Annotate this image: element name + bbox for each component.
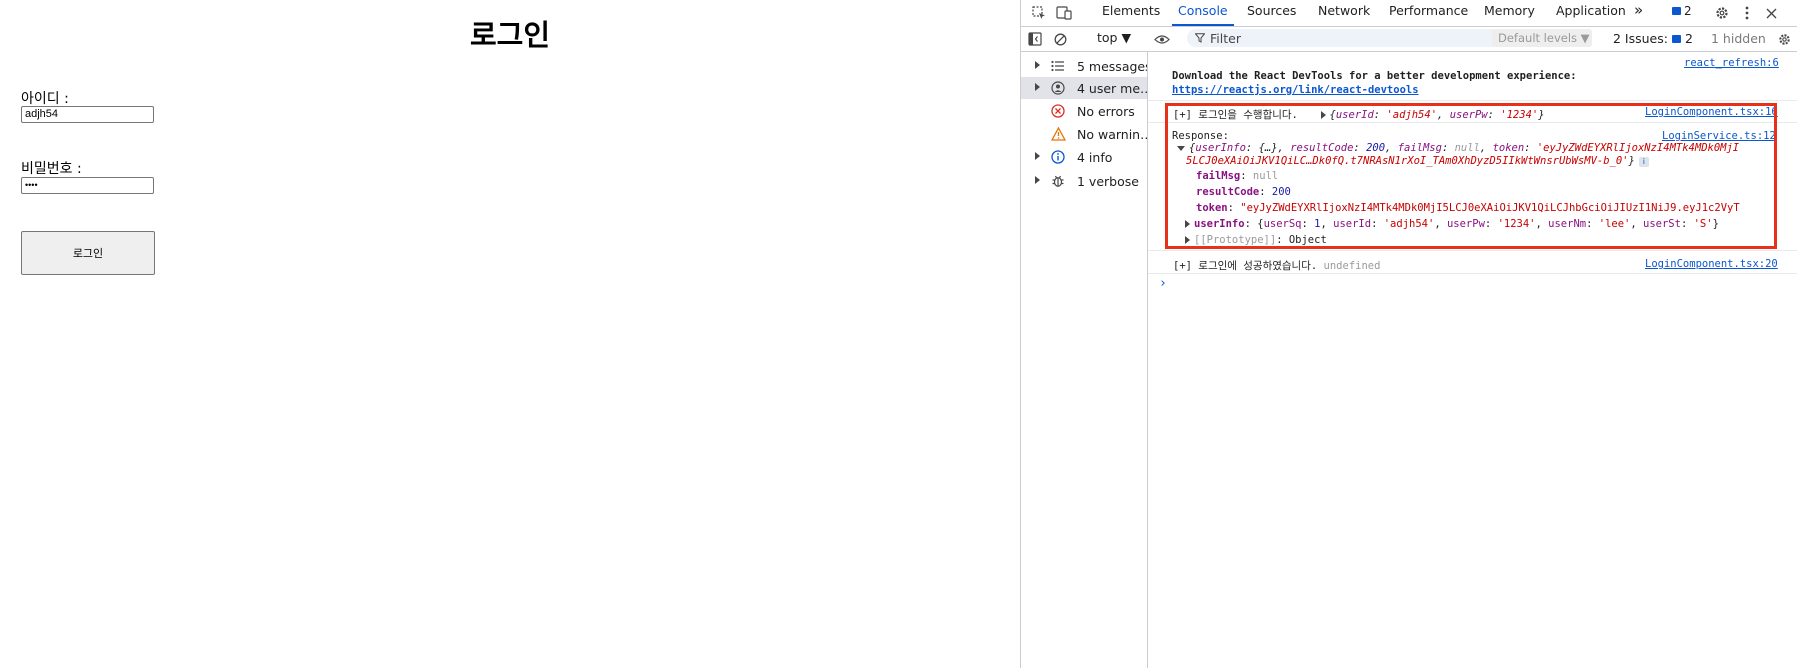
tab-network[interactable]: Network <box>1318 0 1370 26</box>
console-toolbar: top ▼ Filter Default levels ▼ 2 Issues: … <box>1021 27 1797 52</box>
console-output: react_refresh:6 Download the React DevTo… <box>1148 52 1797 668</box>
sidebar-toggle-icon[interactable] <box>1026 30 1044 48</box>
sidebar-item-user-messages[interactable]: 4 user me… <box>1021 77 1147 99</box>
tab-elements[interactable]: Elements <box>1102 0 1160 26</box>
filter-icon <box>1195 33 1205 43</box>
kebab-menu-icon[interactable] <box>1738 4 1756 22</box>
warning-icon <box>1050 126 1066 142</box>
close-icon[interactable] <box>1762 4 1780 22</box>
issues-badge[interactable]: 2 <box>1672 4 1692 18</box>
list-icon <box>1050 58 1066 74</box>
prop-failMsg: failMsg: null <box>1196 170 1279 182</box>
id-input[interactable]: adjh54 <box>21 106 154 123</box>
issue-message-icon <box>1672 7 1681 15</box>
eye-icon[interactable] <box>1153 30 1171 48</box>
gear-icon[interactable] <box>1713 4 1731 22</box>
sidebar-item-warnings[interactable]: No warnin… <box>1021 123 1147 145</box>
sidebar-item-verbose[interactable]: 1 verbose <box>1021 170 1147 192</box>
tab-memory[interactable]: Memory <box>1484 0 1535 26</box>
error-icon <box>1050 103 1066 119</box>
info-badge-icon[interactable]: i <box>1638 157 1649 167</box>
prop-prototype[interactable]: [[Prototype]]: Object <box>1185 234 1797 246</box>
prop-token: token: "eyJyZWdEYXRlIjoxNzI4MTk4MDk0MjI5… <box>1196 202 1740 214</box>
console-message-devtools-hint: Download the React DevTools for a better… <box>1172 70 1577 82</box>
console-prompt[interactable]: › <box>1159 276 1167 291</box>
context-selector[interactable]: top ▼ <box>1097 30 1131 45</box>
bug-icon <box>1050 173 1066 189</box>
prop-userInfo[interactable]: userInfo: {userSq: 1, userId: 'adjh54', … <box>1185 218 1797 230</box>
tab-console[interactable]: Console <box>1172 0 1234 26</box>
page-title: 로그인 <box>469 18 551 52</box>
prop-resultCode: resultCode: 200 <box>1196 186 1291 198</box>
react-devtools-link[interactable]: https://reactjs.org/link/react-devtools <box>1172 84 1419 96</box>
sidebar-item-info[interactable]: 4 info <box>1021 146 1147 168</box>
filter-input[interactable]: Filter <box>1187 29 1507 47</box>
tab-performance[interactable]: Performance <box>1389 0 1468 26</box>
devtools-panel: Elements Console Sources Network Perform… <box>1020 0 1797 668</box>
sidebar-item-messages[interactable]: 5 messages <box>1021 55 1147 77</box>
info-icon <box>1050 149 1066 165</box>
clear-console-icon[interactable] <box>1051 30 1069 48</box>
console-sidebar: 5 messages 4 user me… No errors No warni… <box>1021 52 1148 668</box>
login-button[interactable]: 로그인 <box>21 231 155 275</box>
expand-triangle-icon <box>1035 152 1040 160</box>
sidebar-item-errors[interactable]: No errors <box>1021 100 1147 122</box>
console-separator <box>1148 122 1797 123</box>
console-settings-gear-icon[interactable] <box>1775 30 1793 48</box>
more-tabs-icon[interactable]: » <box>1634 0 1643 26</box>
user-icon <box>1050 80 1066 96</box>
devtools-tabbar: Elements Console Sources Network Perform… <box>1021 0 1797 27</box>
expand-triangle-icon <box>1035 83 1040 91</box>
device-toolbar-icon[interactable] <box>1055 4 1073 22</box>
console-separator <box>1148 100 1797 101</box>
source-link-login-service-12[interactable]: LoginService.ts:12 <box>1662 130 1776 142</box>
password-label: 비밀번호 : <box>21 161 82 177</box>
response-token-summary-continued: 5LCJ0eXAiOiJKV1QiLC…Dk0fQ.t7NRAsN1rXoI_T… <box>1186 155 1797 167</box>
source-link-login-component-16[interactable]: LoginComponent.tsx:16 <box>1645 106 1778 118</box>
console-separator <box>1148 273 1797 274</box>
id-label: 아이디 : <box>21 91 69 107</box>
hidden-count: 1 hidden <box>1711 31 1766 46</box>
log-levels-dropdown[interactable]: Default levels ▼ <box>1492 29 1592 47</box>
console-separator <box>1148 250 1797 251</box>
expand-triangle-icon <box>1035 61 1040 69</box>
tab-sources[interactable]: Sources <box>1247 0 1296 26</box>
issue-message-icon <box>1671 34 1681 43</box>
expand-triangle-icon[interactable] <box>1185 236 1190 244</box>
expand-triangle-icon <box>1035 176 1040 184</box>
expand-triangle-icon[interactable] <box>1185 220 1190 228</box>
collapse-triangle-icon[interactable] <box>1177 145 1185 151</box>
tab-application[interactable]: Application <box>1556 0 1626 26</box>
response-object-summary[interactable]: {userInfo: {…}, resultCode: 200, failMsg… <box>1177 142 1797 154</box>
expand-triangle-icon[interactable] <box>1320 111 1326 119</box>
source-link-react-refresh[interactable]: react_refresh:6 <box>1684 57 1779 69</box>
filter-placeholder: Filter <box>1210 31 1241 46</box>
source-link-login-component-20[interactable]: LoginComponent.tsx:20 <box>1645 258 1778 270</box>
inspect-element-icon[interactable] <box>1030 4 1048 22</box>
login-page: 로그인 아이디 : adjh54 비밀번호 : •••• 로그인 <box>0 0 1020 668</box>
issues-counter[interactable]: 2 Issues: 2 <box>1613 31 1693 46</box>
password-input[interactable]: •••• <box>21 177 154 194</box>
